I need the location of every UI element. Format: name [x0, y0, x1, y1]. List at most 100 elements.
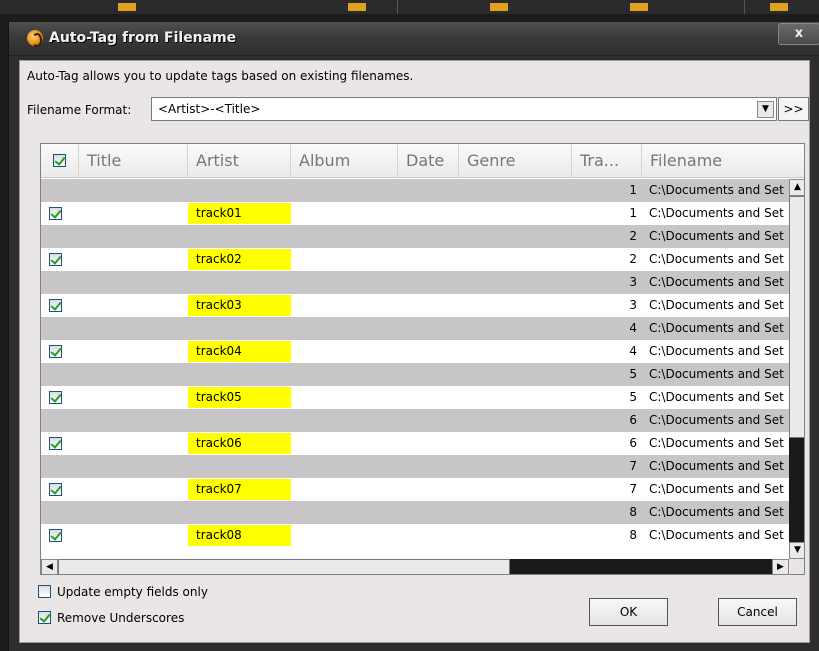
column-header-title[interactable]: Title — [79, 144, 188, 178]
table-row[interactable]: track06 6 C:\Documents and Set — [41, 432, 789, 455]
column-header-genre[interactable]: Genre — [459, 144, 572, 178]
filename-cell: C:\Documents and Set — [649, 459, 784, 473]
filename-cell: C:\Documents and Set — [649, 528, 784, 542]
track-cell: 3 — [629, 275, 637, 289]
track-cell: 8 — [629, 505, 637, 519]
filename-cell: C:\Documents and Set — [649, 206, 784, 220]
header-checkbox-cell[interactable] — [41, 144, 79, 178]
vertical-scrollbar[interactable]: ▲ ▼ — [789, 179, 804, 559]
filename-cell: C:\Documents and Set — [649, 298, 784, 312]
format-more-button[interactable]: >> — [778, 97, 809, 121]
remove-underscores-checkbox[interactable] — [38, 611, 51, 624]
table-row[interactable]: 2 C:\Documents and Set — [41, 225, 789, 248]
list-header: Title Artist Album Date Genre Tra... Fil… — [41, 144, 804, 178]
table-row[interactable]: 8 C:\Documents and Set — [41, 501, 789, 524]
app-logo-icon — [27, 30, 43, 47]
background-app-strip — [0, 0, 819, 14]
background-tick — [118, 3, 136, 11]
vertical-scroll-thumb[interactable] — [789, 196, 804, 438]
table-row[interactable]: 4 C:\Documents and Set — [41, 317, 789, 340]
title-bar[interactable]: Auto-Tag from Filename x — [9, 22, 819, 56]
artist-cell: track05 — [188, 387, 291, 408]
filename-cell: C:\Documents and Set — [649, 344, 784, 358]
update-empty-option[interactable]: Update empty fields only — [38, 585, 208, 599]
track-cell: 7 — [629, 459, 637, 473]
column-header-date[interactable]: Date — [398, 144, 459, 178]
background-tick — [348, 3, 366, 11]
table-row[interactable]: 1 C:\Documents and Set — [41, 179, 789, 202]
track-cell: 2 — [629, 229, 637, 243]
track-cell: 8 — [629, 528, 637, 542]
row-checkbox[interactable] — [49, 391, 62, 404]
dialog-body: Auto-Tag allows you to update tags based… — [19, 60, 810, 643]
ok-button[interactable]: OK — [589, 598, 668, 626]
row-checkbox[interactable] — [49, 253, 62, 266]
description-text: Auto-Tag allows you to update tags based… — [27, 69, 414, 83]
artist-cell: track04 — [188, 341, 291, 362]
column-header-artist[interactable]: Artist — [188, 144, 291, 178]
close-button[interactable]: x — [778, 23, 819, 45]
track-cell: 4 — [629, 321, 637, 335]
cancel-button[interactable]: Cancel — [718, 598, 797, 626]
track-cell: 5 — [629, 390, 637, 404]
filename-cell: C:\Documents and Set — [649, 321, 784, 335]
background-separator — [397, 0, 398, 14]
scroll-right-icon[interactable]: ▶ — [772, 559, 789, 574]
row-checkbox[interactable] — [49, 483, 62, 496]
track-cell: 3 — [629, 298, 637, 312]
artist-cell: track02 — [188, 249, 291, 270]
scroll-down-icon[interactable]: ▼ — [789, 542, 804, 559]
track-cell: 6 — [629, 413, 637, 427]
table-row[interactable]: 5 C:\Documents and Set — [41, 363, 789, 386]
row-checkbox[interactable] — [49, 529, 62, 542]
tag-list-view[interactable]: Title Artist Album Date Genre Tra... Fil… — [40, 143, 805, 575]
update-empty-checkbox[interactable] — [38, 585, 51, 598]
dropdown-arrow-icon[interactable]: ▼ — [757, 101, 774, 118]
filename-cell: C:\Documents and Set — [649, 252, 784, 266]
filename-format-combobox[interactable]: <Artist>-<Title> ▼ — [151, 97, 777, 121]
filename-cell: C:\Documents and Set — [649, 482, 784, 496]
background-separator — [744, 0, 745, 14]
row-checkbox[interactable] — [49, 437, 62, 450]
row-checkbox[interactable] — [49, 299, 62, 312]
track-cell: 1 — [629, 183, 637, 197]
filename-format-value: <Artist>-<Title> — [158, 102, 261, 116]
table-row[interactable]: 7 C:\Documents and Set — [41, 455, 789, 478]
track-cell: 1 — [629, 206, 637, 220]
remove-underscores-option[interactable]: Remove Underscores — [38, 611, 184, 625]
scroll-up-icon[interactable]: ▲ — [789, 179, 804, 196]
update-empty-label: Update empty fields only — [57, 585, 208, 599]
filename-format-label: Filename Format: — [27, 103, 132, 117]
row-checkbox[interactable] — [49, 345, 62, 358]
row-checkbox[interactable] — [49, 207, 62, 220]
table-row[interactable]: track02 2 C:\Documents and Set — [41, 248, 789, 271]
table-row[interactable]: track08 8 C:\Documents and Set — [41, 524, 789, 547]
table-row[interactable]: 6 C:\Documents and Set — [41, 409, 789, 432]
filename-cell: C:\Documents and Set — [649, 413, 784, 427]
filename-cell: C:\Documents and Set — [649, 505, 784, 519]
table-row[interactable]: track04 4 C:\Documents and Set — [41, 340, 789, 363]
remove-underscores-label: Remove Underscores — [57, 611, 185, 625]
filename-cell: C:\Documents and Set — [649, 229, 784, 243]
table-row[interactable]: track01 1 C:\Documents and Set — [41, 202, 789, 225]
auto-tag-dialog: Auto-Tag from Filename x Auto-Tag allows… — [8, 22, 819, 651]
filename-cell: C:\Documents and Set — [649, 367, 784, 381]
table-row[interactable]: 3 C:\Documents and Set — [41, 271, 789, 294]
horizontal-scroll-thumb[interactable] — [58, 559, 510, 574]
horizontal-scrollbar[interactable]: ◀ ▶ — [41, 559, 789, 574]
table-row[interactable]: track05 5 C:\Documents and Set — [41, 386, 789, 409]
column-header-track[interactable]: Tra... — [572, 144, 642, 178]
table-row[interactable]: track07 7 C:\Documents and Set — [41, 478, 789, 501]
track-cell: 7 — [629, 482, 637, 496]
background-tick — [770, 3, 788, 11]
column-header-album[interactable]: Album — [291, 144, 398, 178]
table-row[interactable]: track03 3 C:\Documents and Set — [41, 294, 789, 317]
background-tick — [630, 3, 648, 11]
artist-cell: track03 — [188, 295, 291, 316]
scroll-left-icon[interactable]: ◀ — [41, 559, 58, 574]
filename-cell: C:\Documents and Set — [649, 275, 784, 289]
column-header-filename[interactable]: Filename — [642, 144, 804, 178]
select-all-checkbox[interactable] — [53, 154, 66, 167]
dialog-title: Auto-Tag from Filename — [49, 30, 237, 46]
filename-cell: C:\Documents and Set — [649, 390, 784, 404]
